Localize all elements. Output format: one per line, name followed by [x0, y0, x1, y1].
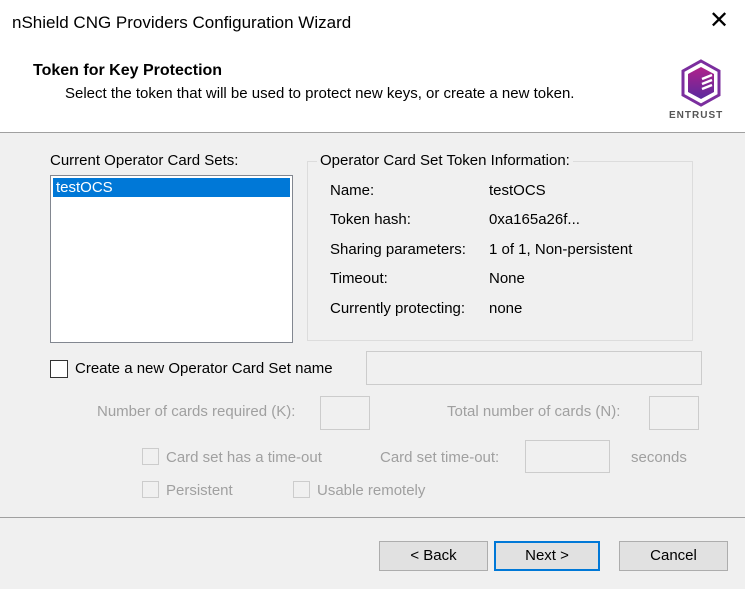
info-key: Sharing parameters: — [330, 241, 466, 258]
create-ocs-label[interactable]: Create a new Operator Card Set name — [75, 360, 333, 377]
info-value: None — [489, 270, 525, 287]
info-value: 0xa165a26f... — [489, 211, 580, 228]
seconds-label: seconds — [631, 449, 687, 466]
create-ocs-checkbox[interactable] — [50, 360, 68, 378]
next-button[interactable]: Next > — [494, 541, 600, 571]
wizard-header: Token for Key Protection Select the toke… — [0, 44, 745, 133]
info-value: 1 of 1, Non-persistent — [489, 241, 633, 258]
footer-divider — [0, 517, 745, 518]
list-item[interactable]: testOCS — [53, 178, 290, 197]
info-key: Name: — [330, 182, 375, 199]
timeout-label: Card set time-out: — [380, 449, 500, 466]
timeout-input[interactable] — [525, 440, 610, 473]
info-key: Timeout: — [330, 270, 388, 287]
k-label: Number of cards required (K): — [97, 403, 296, 420]
timeout-check-label[interactable]: Card set has a time-out — [166, 449, 322, 466]
cancel-button[interactable]: Cancel — [619, 541, 728, 571]
usable-remotely-checkbox[interactable] — [293, 481, 310, 498]
persistent-label[interactable]: Persistent — [166, 482, 233, 499]
card-sets-label: Current Operator Card Sets: — [50, 152, 239, 169]
n-input[interactable] — [649, 396, 699, 430]
info-value: none — [489, 300, 523, 317]
title-bar: nShield CNG Providers Configuration Wiza… — [0, 0, 745, 44]
back-button[interactable]: < Back — [379, 541, 488, 571]
info-key: Token hash: — [330, 211, 411, 228]
timeout-checkbox[interactable] — [142, 448, 159, 465]
page-title: Token for Key Protection — [33, 62, 223, 79]
entrust-logo-icon — [681, 59, 721, 107]
persistent-checkbox[interactable] — [142, 481, 159, 498]
logo-text: ENTRUST — [669, 110, 724, 121]
info-key: Currently protecting: — [330, 300, 466, 317]
token-info-label: Operator Card Set Token Information: — [317, 152, 573, 169]
window-title: nShield CNG Providers Configuration Wiza… — [12, 13, 352, 32]
n-label: Total number of cards (N): — [447, 403, 621, 420]
info-value: testOCS — [489, 182, 546, 199]
page-subtitle: Select the token that will be used to pr… — [65, 85, 575, 102]
close-icon[interactable]: ✕ — [709, 6, 729, 35]
k-input[interactable] — [320, 396, 370, 430]
card-sets-listbox[interactable]: testOCS — [50, 175, 293, 343]
usable-remotely-label[interactable]: Usable remotely — [317, 482, 425, 499]
ocs-name-input[interactable] — [366, 351, 702, 385]
